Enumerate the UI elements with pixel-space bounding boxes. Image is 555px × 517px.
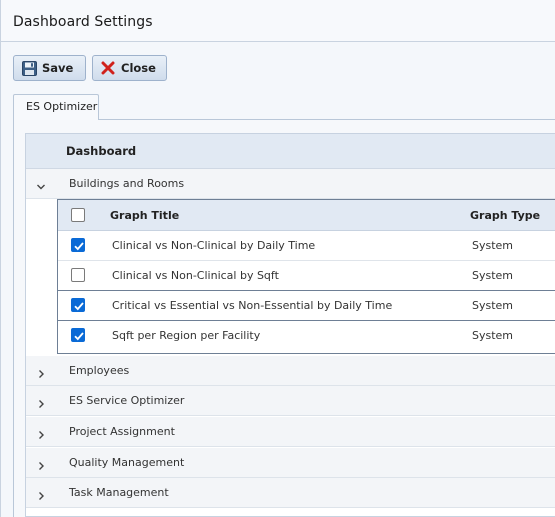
grid-header: Dashboard bbox=[26, 134, 555, 169]
group-label: ES Service Optimizer bbox=[69, 394, 185, 407]
graph-type-cell: System bbox=[472, 299, 514, 312]
graph-title-cell: Sqft per Region per Facility bbox=[112, 329, 261, 342]
table-row[interactable]: Sqft per Region per Facility System bbox=[58, 321, 555, 351]
group-label: Employees bbox=[69, 364, 130, 377]
row-checkbox[interactable] bbox=[71, 328, 85, 342]
column-header-dashboard: Dashboard bbox=[66, 144, 137, 158]
group-label: Project Assignment bbox=[69, 425, 175, 438]
chevron-right-icon[interactable] bbox=[35, 457, 47, 470]
group-label: Quality Management bbox=[69, 456, 185, 469]
row-checkbox[interactable] bbox=[71, 298, 85, 312]
dashboard-settings-window: Dashboard Settings Save Close ES Optimiz… bbox=[0, 0, 555, 517]
row-checkbox[interactable] bbox=[71, 268, 85, 282]
save-button[interactable]: Save bbox=[13, 55, 86, 81]
checkmark-icon bbox=[74, 242, 84, 251]
graph-title-cell: Critical vs Essential vs Non-Essential b… bbox=[112, 299, 393, 312]
checkmark-icon bbox=[74, 332, 84, 341]
save-button-label: Save bbox=[42, 61, 74, 75]
column-header-graph-type: Graph Type bbox=[470, 209, 541, 222]
group-row-employees[interactable]: Employees bbox=[26, 356, 555, 386]
title-bar: Dashboard Settings bbox=[1, 0, 555, 42]
group-label: Buildings and Rooms bbox=[69, 177, 185, 190]
graph-type-cell: System bbox=[472, 239, 514, 252]
table-row[interactable]: Clinical vs Non-Clinical by Sqft System bbox=[58, 261, 555, 291]
floppy-disk-icon bbox=[21, 60, 37, 76]
tab-strip: ES Optimizer bbox=[13, 94, 555, 120]
group-row-quality-management[interactable]: Quality Management bbox=[26, 448, 555, 478]
checkmark-icon bbox=[74, 302, 84, 311]
graph-title-cell: Clinical vs Non-Clinical by Sqft bbox=[112, 269, 279, 282]
group-row-buildings-and-rooms[interactable]: Buildings and Rooms bbox=[26, 169, 555, 199]
dashboard-grid: Dashboard Buildings and Rooms Graph Titl… bbox=[25, 133, 555, 517]
select-all-checkbox[interactable] bbox=[71, 208, 85, 222]
close-icon bbox=[100, 60, 116, 76]
group-label: Task Management bbox=[69, 486, 169, 499]
row-checkbox[interactable] bbox=[71, 238, 85, 252]
graph-type-cell: System bbox=[472, 329, 514, 342]
chevron-right-icon[interactable] bbox=[35, 487, 47, 500]
table-row[interactable]: Critical vs Essential vs Non-Essential b… bbox=[58, 291, 555, 321]
close-button-label: Close bbox=[121, 61, 156, 75]
subgrid-header: Graph Title Graph Type bbox=[58, 200, 555, 231]
group-row-es-service-optimizer[interactable]: ES Service Optimizer bbox=[26, 386, 555, 416]
chevron-right-icon[interactable] bbox=[35, 365, 47, 378]
column-header-graph-title: Graph Title bbox=[110, 209, 180, 222]
group-row-task-management[interactable]: Task Management bbox=[26, 478, 555, 508]
chevron-right-icon[interactable] bbox=[35, 395, 47, 408]
close-button[interactable]: Close bbox=[92, 55, 167, 81]
toolbar: Save Close bbox=[13, 55, 167, 81]
graph-title-cell: Clinical vs Non-Clinical by Daily Time bbox=[112, 239, 316, 252]
window-title: Dashboard Settings bbox=[13, 14, 153, 30]
chevron-right-icon[interactable] bbox=[35, 426, 47, 439]
group-row-project-assignment[interactable]: Project Assignment bbox=[26, 417, 555, 447]
table-row[interactable]: Clinical vs Non-Clinical by Daily Time S… bbox=[58, 231, 555, 261]
tab-es-optimizer[interactable]: ES Optimizer bbox=[13, 94, 99, 120]
graph-type-cell: System bbox=[472, 269, 514, 282]
chevron-down-icon[interactable] bbox=[35, 178, 47, 190]
graph-subgrid: Graph Title Graph Type Clinical vs Non-C… bbox=[57, 199, 555, 354]
